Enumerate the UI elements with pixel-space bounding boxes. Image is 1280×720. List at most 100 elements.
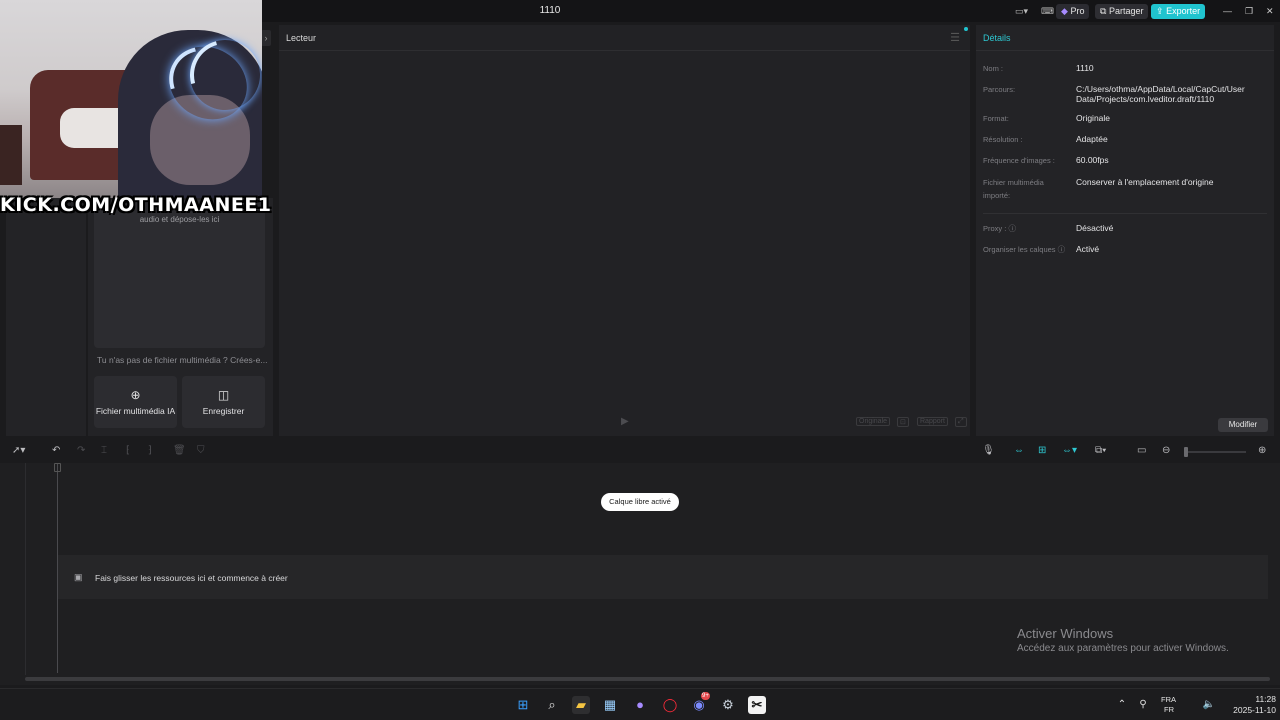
fullscreen-icon[interactable]: ⤢ [955, 417, 967, 427]
taskbar: ⊞ ⌕ ▰ ▦ ● ◯ ◉ 9+ ⚙ ✂ ⌃ ⚲ FRA FR 🔈 11:28 … [0, 688, 1280, 720]
help-icon[interactable]: ⓘ [1058, 245, 1066, 254]
project-title: 1110 [539, 5, 561, 16]
details-title: Détails [983, 33, 1011, 43]
drop-hint: audio et dépose-les ici [139, 215, 220, 224]
language-indicator[interactable]: FRA [1161, 695, 1176, 704]
status-dot [964, 27, 968, 31]
detail-value-format: Originale [1076, 113, 1111, 123]
minimize-icon[interactable]: — [1218, 4, 1237, 19]
details-panel: Détails Nom : 1110 Parcours: C:/Users/ot… [976, 25, 1274, 436]
capcut-icon[interactable]: ✂ [748, 696, 766, 714]
preview-axis-icon[interactable]: ⧉▾ [1095, 445, 1106, 456]
detail-label-framerate: Fréquence d'images : [983, 156, 1055, 165]
redo-icon[interactable]: ↷ [77, 445, 85, 456]
modify-button[interactable]: Modifier [1218, 418, 1268, 432]
share-button[interactable]: ⧉ Partager [1095, 4, 1149, 19]
detail-label-layers: Organiser les calques ⓘ [983, 243, 1078, 256]
detail-value-name: 1110 [1076, 63, 1094, 73]
discord-badge: 9+ [701, 692, 710, 700]
timeline-toolbar: ➚▾ ↶ ↷ ⌶ ⁅ ⁆ 🗑 ⛉ 🎙 ⇔ ⊞ ⇔▾ ⧉▾ ▭ ⊖ ⊕ [0, 441, 1280, 463]
detail-label-path: Parcours: [983, 85, 1016, 94]
ai-media-label: Fichier multimédia IA [95, 406, 176, 416]
zoom-slider-handle[interactable] [1184, 447, 1188, 457]
undo-icon[interactable]: ↶ [52, 445, 60, 456]
pro-button[interactable]: ◆ Pro [1056, 4, 1090, 19]
player-panel: Lecteur ☰ ▶ Originale ⊡ Rapport ⤢ [279, 25, 970, 436]
detail-label-name: Nom : [983, 64, 1004, 73]
stream-overlay-text: KICK.COM/OTHMAANEE1 [0, 194, 272, 216]
steam-icon[interactable]: ⚙ [719, 696, 737, 714]
details-header: Détails [976, 25, 1274, 51]
link-clips-icon[interactable]: ⇔ [1014, 445, 1024, 456]
select-tool-icon[interactable]: ➚▾ [12, 445, 25, 456]
caption-icon[interactable]: ▭ [1137, 445, 1146, 456]
player-title: Lecteur [286, 33, 317, 43]
clock-date[interactable]: 2025-11-10 [1222, 705, 1276, 715]
toast-message: Calque libre activé [601, 493, 679, 511]
shield-icon[interactable]: ⛉ [197, 445, 205, 456]
details-divider [983, 213, 1267, 214]
activation-watermark-subtitle: Accédez aux paramètres pour activer Wind… [1017, 643, 1229, 654]
export-label: Exporter [1166, 6, 1201, 16]
close-icon[interactable]: ✕ [1261, 4, 1279, 19]
zoom-slider[interactable] [1186, 451, 1246, 453]
track-drop-text: Fais glisser les ressources ici et comme… [95, 573, 288, 583]
chevron-right-icon[interactable]: › [261, 30, 271, 46]
file-explorer-icon[interactable]: ▰ [572, 696, 590, 714]
playhead-handle[interactable] [54, 463, 61, 472]
trim-right-icon[interactable]: ⁆ [148, 445, 152, 456]
record-tile[interactable]: ◫ Enregistrer [182, 376, 265, 428]
layout-icon[interactable]: ▭▾ [1010, 4, 1033, 19]
network-icon[interactable]: ⚲ [1134, 696, 1152, 714]
horizontal-scrollbar[interactable] [25, 677, 1270, 681]
search-icon[interactable]: ⌕ [543, 696, 561, 714]
ai-media-icon: ⊕ [130, 388, 141, 402]
detail-value-framerate: 60.00fps [1076, 155, 1109, 165]
maximize-icon[interactable]: ❐ [1240, 4, 1258, 19]
track-header-divider [25, 463, 26, 675]
windows-start-icon[interactable]: ⊞ [514, 696, 532, 714]
pro-label: Pro [1070, 6, 1085, 16]
clock-time[interactable]: 11:28 [1240, 694, 1276, 704]
ratio-original-button[interactable]: Originale [856, 417, 891, 426]
zoom-out-icon[interactable]: ⊖ [1162, 445, 1170, 456]
chevron-up-icon[interactable]: ⌃ [1113, 696, 1131, 714]
split-icon[interactable]: ⌶ [101, 445, 107, 456]
ratio-button[interactable]: Rapport [917, 417, 948, 426]
keyboard-layout[interactable]: FR [1164, 705, 1174, 714]
share-icon: ⧉ [1100, 6, 1107, 16]
webcam-overlay [0, 0, 262, 198]
help-icon[interactable]: ⓘ [1008, 224, 1016, 233]
snap-icon[interactable]: ⇔▾ [1062, 445, 1077, 456]
zoom-in-icon[interactable]: ⊕ [1258, 445, 1266, 456]
ai-media-tile[interactable]: ⊕ Fichier multimédia IA [94, 376, 177, 428]
media-drop-zone[interactable]: audio et dépose-les ici [94, 200, 265, 348]
detail-label-resolution: Résolution : [983, 135, 1023, 144]
detail-value-path: C:/Users/othma/AppData/Local/CapCut/User… [1076, 84, 1245, 104]
trim-left-icon[interactable]: ⁅ [126, 445, 130, 456]
player-header: Lecteur ☰ [279, 25, 970, 51]
export-icon: ⇪ [1156, 6, 1164, 16]
diamond-icon: ◆ [1061, 6, 1068, 16]
camera-icon: ◫ [217, 388, 230, 402]
menu-icon[interactable]: ☰ [950, 31, 960, 44]
microphone-icon[interactable]: 🎙 [982, 445, 995, 456]
volume-icon[interactable]: 🔈 [1200, 696, 1218, 714]
export-button[interactable]: ⇪ Exporter [1151, 4, 1206, 19]
film-icon: ▣ [74, 572, 83, 582]
play-icon[interactable]: ▶ [621, 416, 629, 427]
magnet-icon[interactable]: ⊞ [1038, 445, 1046, 456]
left-nav-panel [6, 198, 86, 436]
opera-icon[interactable]: ◯ [661, 696, 679, 714]
main-track-drop-zone[interactable]: ▣ Fais glisser les ressources ici et com… [58, 555, 1268, 599]
discord-icon[interactable]: ◉ 9+ [690, 692, 710, 714]
delete-icon[interactable]: 🗑 [173, 445, 186, 456]
detail-value-proxy[interactable]: Désactivé [1076, 223, 1266, 233]
detail-value-resolution: Adaptée [1076, 134, 1108, 144]
zoom-icon[interactable]: ⊡ [897, 417, 909, 427]
record-label: Enregistrer [202, 406, 245, 416]
detail-label-proxy: Proxy : ⓘ [983, 222, 1068, 235]
store-icon[interactable]: ▦ [601, 696, 619, 714]
chat-app-icon[interactable]: ● [631, 696, 649, 714]
detail-value-layers[interactable]: Activé [1076, 244, 1266, 254]
